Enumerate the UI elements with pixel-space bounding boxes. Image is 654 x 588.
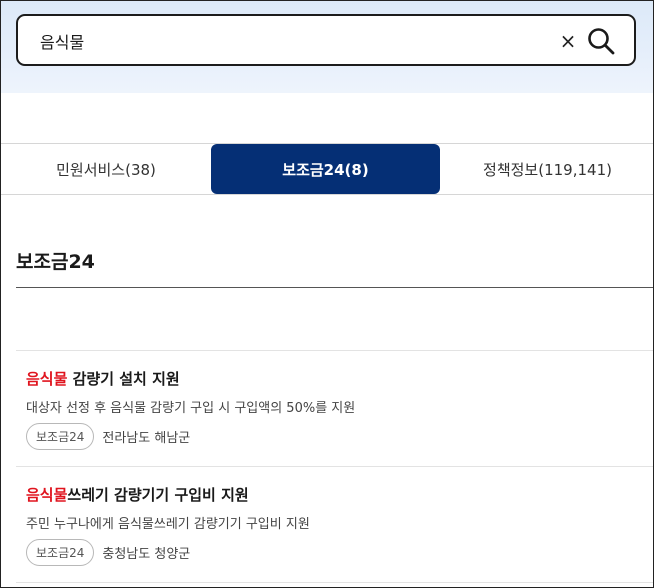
tab-subsidy24[interactable]: 보조금24(8) — [211, 144, 440, 194]
result-meta: 보조금24 충청남도 청양군 — [26, 538, 190, 566]
tab-policy-info[interactable]: 정책정보(119,141) — [440, 144, 653, 194]
result-title[interactable]: 음식물쓰레기 감량기기 구입비 지원 — [26, 484, 249, 505]
result-meta: 보조금24 전라남도 해남군 — [26, 422, 190, 450]
list-item[interactable]: 음식물쓰레기 감량기기 구입비 지원 주민 누구나에게 음식물쓰레기 감량기기 … — [16, 467, 653, 583]
region-label: 전라남도 해남군 — [102, 430, 191, 446]
category-badge: 보조금24 — [26, 422, 95, 450]
search-icon — [588, 28, 615, 55]
search-button[interactable] — [585, 25, 617, 57]
result-title-rest: 쓰레기 감량기기 구입비 지원 — [67, 486, 249, 504]
result-list: 음식물 감량기 설치 지원 대상자 선정 후 음식물 감량기 구입 시 구입액의… — [16, 350, 653, 583]
close-icon: × — [559, 29, 577, 53]
list-item[interactable]: 음식물 감량기 설치 지원 대상자 선정 후 음식물 감량기 구입 시 구입액의… — [16, 351, 653, 467]
result-title-rest: 감량기 설치 지원 — [67, 370, 180, 388]
result-description: 대상자 선정 후 음식물 감량기 구입 시 구입액의 50%를 지원 — [26, 401, 356, 416]
result-title[interactable]: 음식물 감량기 설치 지원 — [26, 368, 180, 389]
page-frame: × 민원서비스(38) 보조금24(8) 정책정보(119,141) 보조금24… — [0, 0, 654, 588]
search-box: × — [16, 14, 636, 66]
result-title-highlight: 음식물 — [26, 370, 68, 388]
section-divider — [16, 287, 653, 288]
section-title: 보조금24 — [16, 251, 95, 273]
result-tabs: 민원서비스(38) 보조금24(8) 정책정보(119,141) — [1, 143, 653, 195]
tab-civil-service[interactable]: 민원서비스(38) — [1, 144, 211, 194]
result-description: 주민 누구나에게 음식물쓰레기 감량기기 구입비 지원 — [26, 517, 310, 532]
clear-search-button[interactable]: × — [556, 27, 580, 55]
category-badge: 보조금24 — [26, 538, 95, 566]
search-input[interactable] — [40, 28, 540, 54]
search-band: × — [1, 1, 653, 93]
result-title-highlight: 음식물 — [26, 486, 68, 504]
region-label: 충청남도 청양군 — [102, 546, 191, 562]
